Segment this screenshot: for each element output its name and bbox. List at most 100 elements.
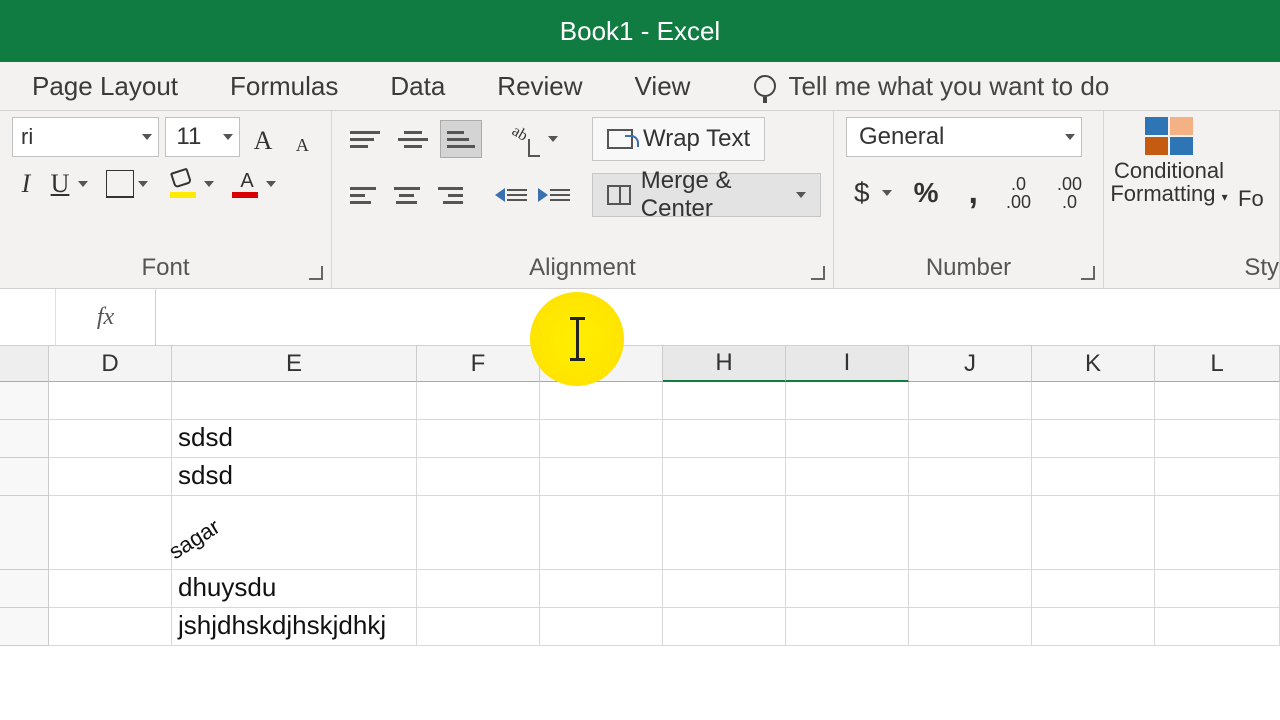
row-header[interactable] bbox=[0, 458, 49, 496]
cell[interactable] bbox=[663, 420, 786, 458]
wrap-text-button[interactable]: Wrap Text bbox=[592, 117, 765, 161]
cell[interactable] bbox=[1032, 570, 1155, 608]
tab-review[interactable]: Review bbox=[471, 63, 608, 110]
cell[interactable]: sdsd bbox=[172, 458, 417, 496]
cell[interactable] bbox=[1155, 382, 1280, 420]
cell[interactable] bbox=[1155, 570, 1280, 608]
font-dialog-launcher[interactable] bbox=[309, 266, 323, 280]
decrease-decimal-button[interactable]: .00 .0 bbox=[1051, 173, 1088, 213]
cell[interactable] bbox=[1155, 608, 1280, 646]
cell[interactable] bbox=[909, 608, 1032, 646]
select-all-corner[interactable] bbox=[0, 346, 49, 382]
increase-decimal-button[interactable]: .0 .00 bbox=[1000, 173, 1037, 213]
tell-me-search[interactable]: Tell me what you want to do bbox=[716, 71, 1109, 102]
cell[interactable] bbox=[786, 382, 909, 420]
cell[interactable] bbox=[909, 458, 1032, 496]
column-header-I[interactable]: I bbox=[786, 346, 909, 382]
cell[interactable]: jshjdhskdjhskjdhkj bbox=[172, 608, 417, 646]
column-header-D[interactable]: D bbox=[49, 346, 172, 382]
number-format-dropdown[interactable]: General bbox=[846, 117, 1082, 157]
cell[interactable] bbox=[417, 570, 540, 608]
cell[interactable] bbox=[786, 608, 909, 646]
cell[interactable] bbox=[49, 608, 172, 646]
align-left-button[interactable] bbox=[344, 176, 382, 214]
cell[interactable] bbox=[1032, 420, 1155, 458]
cell[interactable] bbox=[49, 458, 172, 496]
cell[interactable] bbox=[786, 458, 909, 496]
cell[interactable] bbox=[1032, 608, 1155, 646]
cell[interactable] bbox=[417, 420, 540, 458]
cell[interactable] bbox=[786, 420, 909, 458]
cell[interactable] bbox=[417, 608, 540, 646]
accounting-format-button[interactable]: $ bbox=[846, 173, 878, 213]
cell[interactable] bbox=[909, 382, 1032, 420]
column-header-H[interactable]: H bbox=[663, 346, 786, 382]
row-header[interactable] bbox=[0, 570, 49, 608]
cell[interactable] bbox=[663, 570, 786, 608]
italic-button[interactable]: I bbox=[12, 169, 40, 199]
orientation-button[interactable]: ab bbox=[508, 121, 544, 157]
chevron-down-icon[interactable] bbox=[138, 181, 148, 187]
row-header[interactable] bbox=[0, 382, 49, 420]
alignment-dialog-launcher[interactable] bbox=[811, 266, 825, 280]
tab-page-layout[interactable]: Page Layout bbox=[6, 63, 204, 110]
column-header-E[interactable]: E bbox=[172, 346, 417, 382]
tab-data[interactable]: Data bbox=[364, 63, 471, 110]
cell[interactable] bbox=[49, 382, 172, 420]
cell[interactable] bbox=[49, 420, 172, 458]
percent-format-button[interactable]: % bbox=[906, 173, 947, 213]
cell[interactable] bbox=[786, 570, 909, 608]
increase-font-size-button[interactable]: A bbox=[246, 118, 279, 156]
fill-color-button[interactable] bbox=[170, 170, 200, 198]
cell[interactable] bbox=[540, 382, 663, 420]
chevron-down-icon[interactable] bbox=[882, 190, 892, 196]
row-header[interactable] bbox=[0, 608, 49, 646]
tab-formulas[interactable]: Formulas bbox=[204, 63, 364, 110]
column-header-L[interactable]: L bbox=[1155, 346, 1280, 382]
cell[interactable] bbox=[540, 570, 663, 608]
row-header[interactable] bbox=[0, 496, 49, 570]
cell[interactable] bbox=[417, 496, 540, 570]
cell[interactable]: sagar bbox=[172, 496, 417, 570]
cell[interactable]: sdsd bbox=[172, 420, 417, 458]
spreadsheet-grid[interactable]: D E F G H I J K L sdsd sdsd bbox=[0, 346, 1280, 646]
column-header-J[interactable]: J bbox=[909, 346, 1032, 382]
decrease-indent-button[interactable] bbox=[495, 177, 531, 213]
cell[interactable] bbox=[663, 382, 786, 420]
fx-icon[interactable]: fx bbox=[56, 289, 156, 345]
underline-button[interactable]: U bbox=[46, 169, 74, 199]
cell[interactable] bbox=[909, 570, 1032, 608]
number-dialog-launcher[interactable] bbox=[1081, 266, 1095, 280]
chevron-down-icon[interactable] bbox=[78, 181, 88, 187]
cell[interactable] bbox=[1032, 458, 1155, 496]
chevron-down-icon[interactable] bbox=[204, 181, 214, 187]
cell[interactable] bbox=[49, 496, 172, 570]
cell[interactable] bbox=[540, 496, 663, 570]
align-center-button[interactable] bbox=[388, 176, 426, 214]
cell[interactable] bbox=[417, 458, 540, 496]
cell[interactable] bbox=[909, 420, 1032, 458]
cell[interactable] bbox=[417, 382, 540, 420]
align-middle-button[interactable] bbox=[392, 120, 434, 158]
conditional-formatting-button[interactable]: ConditionalFormatting ▾ bbox=[1104, 111, 1234, 212]
comma-format-button[interactable]: , bbox=[960, 169, 985, 216]
cell[interactable] bbox=[663, 458, 786, 496]
cell[interactable] bbox=[909, 496, 1032, 570]
decrease-font-size-button[interactable]: A bbox=[286, 118, 319, 156]
column-header-F[interactable]: F bbox=[417, 346, 540, 382]
cell[interactable] bbox=[1032, 382, 1155, 420]
merge-center-button[interactable]: Merge & Center bbox=[592, 173, 821, 217]
format-as-table-button[interactable]: Fo bbox=[1234, 111, 1268, 212]
cell[interactable] bbox=[786, 496, 909, 570]
cell[interactable] bbox=[1155, 458, 1280, 496]
align-top-button[interactable] bbox=[344, 120, 386, 158]
cell[interactable] bbox=[540, 420, 663, 458]
cell[interactable] bbox=[49, 570, 172, 608]
font-name-dropdown[interactable]: ri bbox=[12, 117, 159, 157]
chevron-down-icon[interactable] bbox=[548, 136, 558, 142]
cell[interactable] bbox=[1155, 496, 1280, 570]
formula-cancel-button[interactable] bbox=[0, 289, 56, 345]
cell[interactable]: dhuysdu bbox=[172, 570, 417, 608]
cell[interactable] bbox=[663, 496, 786, 570]
cell[interactable] bbox=[540, 458, 663, 496]
